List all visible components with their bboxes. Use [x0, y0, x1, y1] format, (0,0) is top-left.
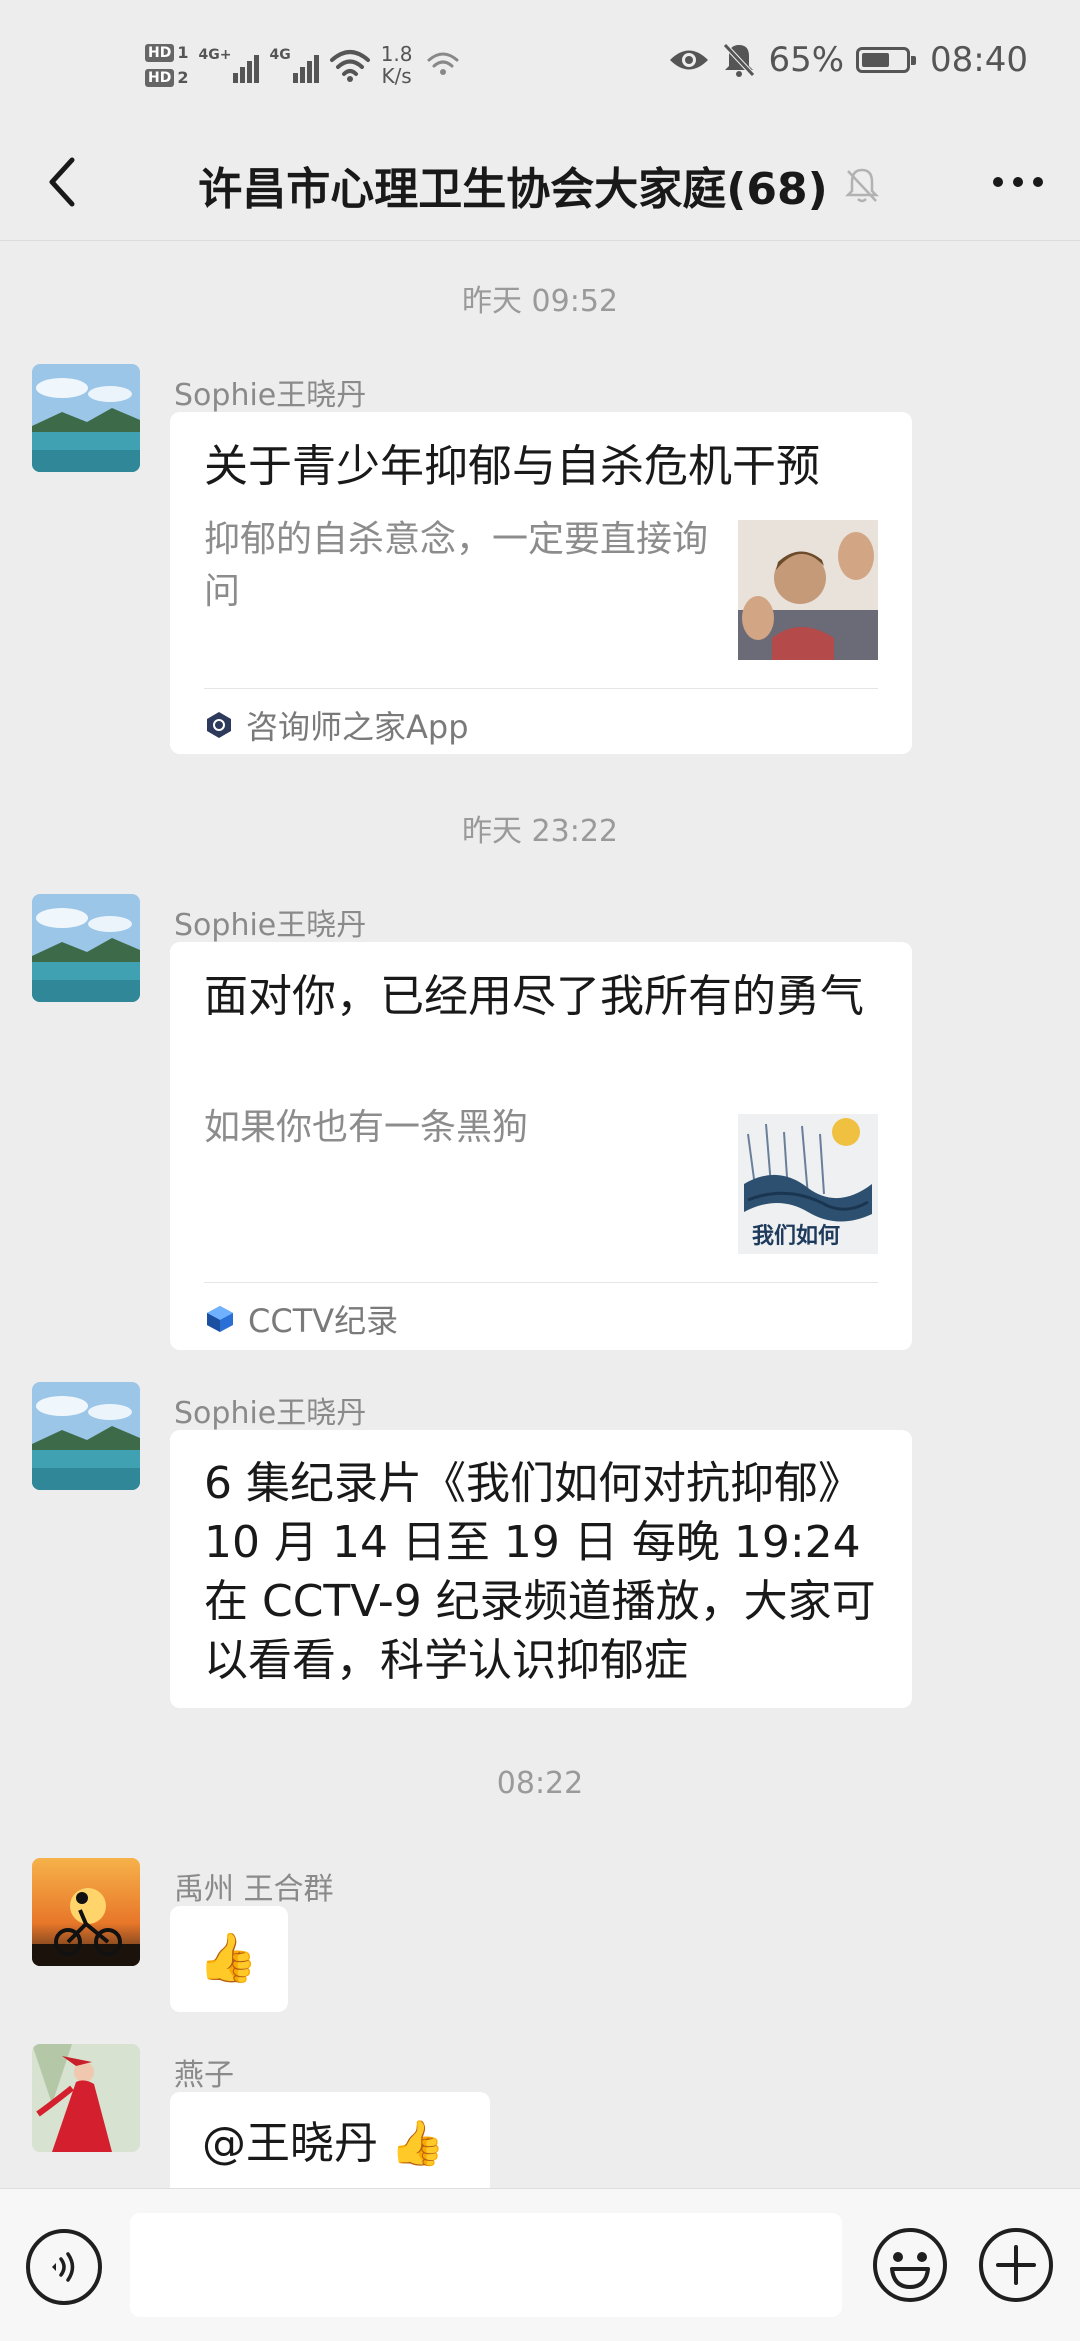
avatar[interactable]: [32, 1382, 140, 1490]
card-description: 如果你也有一条黑狗: [204, 1107, 529, 1148]
cctv-logo-icon: [207, 1306, 233, 1332]
battery-percent: 65%: [768, 40, 845, 80]
sim-number: 1: [177, 43, 189, 62]
message-input[interactable]: [130, 2213, 842, 2317]
sender-name: 禹州 王合群: [174, 1872, 334, 1907]
message-timestamp: 08:22: [496, 1766, 584, 1801]
hd-indicator-1: HD 1: [145, 43, 188, 62]
more-dots-icon: [993, 177, 1043, 187]
plus-button[interactable]: [976, 2225, 1056, 2305]
hd-indicators: HD 1 HD 2: [145, 43, 188, 87]
link-card[interactable]: 关于青少年抑郁与自杀危机干预 抑郁的自杀意念，一定要直接询问 咨询师之家App: [170, 412, 912, 754]
clock: 08:40: [930, 40, 1028, 80]
avatar[interactable]: [32, 894, 140, 1002]
woman-red-dress-avatar-image: [32, 2044, 140, 2152]
voice-icon: [52, 2252, 75, 2282]
card-description: 抑郁的自杀意念，一定要直接询问: [204, 519, 709, 612]
status-bar-left: HD 1 HD 2 4G+ 4G 1.8 K/s: [145, 30, 463, 100]
network-type: 4G: [269, 47, 291, 63]
avatar[interactable]: [32, 2044, 140, 2152]
sender-name: 燕子: [174, 2058, 234, 2093]
message-content: @王晓丹 👍: [202, 2114, 445, 2174]
sunset-cyclist-avatar-image: [32, 1858, 140, 1966]
status-bar-right: 65% 08:40: [668, 40, 1028, 80]
signal-icon: 4G: [269, 47, 319, 83]
signal-icon: 4G+: [198, 47, 260, 83]
signal-bar: [240, 67, 246, 83]
eye-icon: [670, 50, 709, 70]
chat-title-area: 许昌市心理卫生协会大家庭(68): [150, 130, 930, 240]
hd-label: HD: [145, 68, 175, 87]
signal-bar: [254, 55, 260, 83]
link-card[interactable]: 面对你，已经用尽了我所有的勇气 如果你也有一条黑狗 我们如何 CCTV纪录: [170, 942, 912, 1350]
hd-label: HD: [145, 43, 175, 62]
status-bar: HD 1 HD 2 4G+ 4G 1.8 K/s 65% 08:40: [0, 0, 1080, 130]
chat-header: 许昌市心理卫生协会大家庭(68): [0, 130, 1080, 241]
avatar[interactable]: [32, 1858, 140, 1966]
message-text: 6 集纪录片《我们如何对抗抑郁》10 月 14 日至 19 日 每晚 19:24…: [204, 1458, 876, 1686]
signal-bar: [306, 61, 312, 83]
signal-bar: [292, 73, 298, 83]
landscape-avatar-image: [32, 894, 140, 1002]
signal-bar: [313, 55, 319, 83]
app-logo-icon: [207, 712, 231, 738]
hotspot-icon: [427, 52, 458, 75]
more-button[interactable]: [986, 150, 1050, 214]
card-title: 面对你，已经用尽了我所有的勇气: [204, 971, 864, 1022]
sender-name: Sophie王晓丹: [174, 908, 367, 943]
wifi-icon: [329, 50, 370, 82]
text-message[interactable]: 6 集纪录片《我们如何对抗抑郁》10 月 14 日至 19 日 每晚 19:24…: [170, 1430, 912, 1708]
hd-indicator-2: HD 2: [145, 68, 188, 87]
card-source-name: CCTV纪录: [248, 1302, 399, 1340]
network-speed: 1.8 K/s: [381, 43, 413, 87]
thumbs-up-icon: 👍: [390, 2118, 445, 2169]
speed-unit: K/s: [381, 64, 412, 88]
card-source: 咨询师之家App: [204, 702, 469, 748]
speed-value: 1.8: [380, 42, 413, 66]
text-message[interactable]: @王晓丹 👍: [170, 2092, 490, 2188]
landscape-avatar-image: [32, 1382, 140, 1490]
message-timestamp: 昨天 09:52: [462, 284, 618, 319]
emoji-message[interactable]: 👍: [170, 1906, 288, 2012]
avatar[interactable]: [32, 364, 140, 472]
chevron-left-icon: [49, 157, 75, 207]
card-divider: [204, 688, 878, 689]
network-type: 4G+: [198, 47, 232, 63]
emoji-button[interactable]: [870, 2225, 950, 2305]
card-title: 关于青少年抑郁与自杀危机干预: [204, 441, 820, 492]
sender-name: Sophie王晓丹: [174, 378, 367, 413]
card-thumbnail: 我们如何: [738, 1114, 878, 1254]
card-thumbnail: [738, 520, 878, 660]
landscape-avatar-image: [32, 364, 140, 472]
poster-title: 我们如何: [752, 1224, 841, 1249]
message-timestamp: 昨天 23:22: [462, 814, 618, 849]
battery-icon: [856, 47, 917, 73]
plus-icon: [979, 2228, 1053, 2302]
message-text: @王晓丹: [202, 2118, 378, 2169]
sender-name: Sophie王晓丹: [174, 1396, 367, 1431]
bell-off-icon: [723, 43, 756, 77]
battery-fill: [862, 53, 890, 67]
card-source-name: 咨询师之家App: [246, 708, 469, 746]
page-title: 许昌市心理卫生协会大家庭(68): [198, 164, 828, 215]
signal-bar: [233, 73, 239, 83]
card-source: CCTV纪录: [204, 1296, 398, 1342]
voice-button[interactable]: [26, 2229, 102, 2305]
bell-off-icon: [844, 168, 879, 203]
back-button[interactable]: [30, 150, 94, 214]
card-divider: [204, 1282, 878, 1283]
input-bar: [0, 2188, 1080, 2341]
person-thumbnail-image: [738, 520, 878, 660]
signal-bar: [299, 67, 305, 83]
sim-number: 2: [177, 68, 189, 87]
thumbs-up-icon: 👍: [198, 1930, 258, 1986]
smiley-icon: [873, 2228, 947, 2302]
signal-bar: [247, 61, 253, 83]
